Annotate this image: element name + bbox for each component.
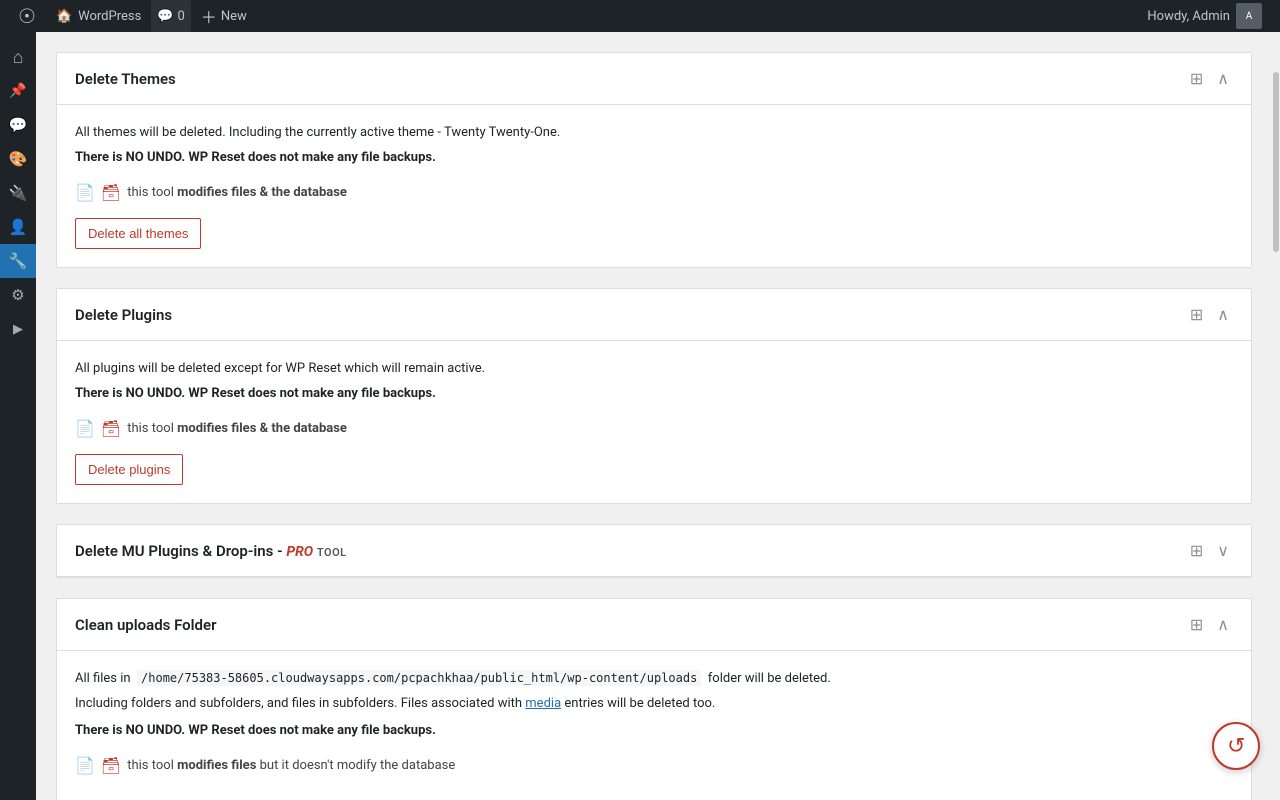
- delete-mu-plugins-title: Delete MU Plugins & Drop-ins - PRO TOOL: [75, 542, 347, 560]
- admin-bar: ☉ 🏠 WordPress 💬 0 ＋ New Howdy, Admin A: [0, 0, 1280, 32]
- plugins-icon: 🔌: [9, 184, 28, 202]
- delete-all-themes-button[interactable]: Delete all themes: [75, 218, 201, 250]
- grid-icon-4[interactable]: ⊞: [1186, 613, 1207, 636]
- grid-icon[interactable]: ⊞: [1186, 67, 1207, 90]
- clean-uploads-desc2: Including folders and subfolders, and fi…: [75, 694, 1233, 715]
- home-icon: 🏠: [56, 9, 72, 24]
- play-icon: ▶: [13, 322, 23, 337]
- user-icon: 👤: [9, 218, 28, 236]
- wrench-icon: 🔧: [9, 252, 28, 270]
- sidebar-item-appearance[interactable]: 🎨: [0, 142, 36, 176]
- admin-bar-left: ☉ 🏠 WordPress 💬 0 ＋ New: [8, 0, 1137, 32]
- file-icon: 📄: [75, 183, 95, 202]
- delete-themes-card: Delete Themes ⊞ ∧ All themes will be del…: [56, 52, 1252, 268]
- plus-icon: ＋: [201, 4, 217, 28]
- site-name-item[interactable]: 🏠 WordPress: [46, 0, 151, 32]
- howdy-label: Howdy, Admin: [1147, 9, 1230, 24]
- new-content-item[interactable]: ＋ New: [191, 0, 257, 32]
- howdy-item[interactable]: Howdy, Admin A: [1137, 3, 1272, 29]
- delete-themes-warning: There is NO UNDO. WP Reset does not make…: [75, 148, 1233, 169]
- sidebar-item-tools[interactable]: 🔧: [0, 244, 36, 278]
- database-icon: 🗃: [101, 183, 121, 202]
- new-label: New: [221, 9, 247, 24]
- modifies-text-2: this tool modifies files & the database: [127, 421, 347, 436]
- wp-logo-item[interactable]: ☉: [8, 0, 46, 32]
- site-name-label: WordPress: [78, 9, 141, 24]
- expand-icon-3[interactable]: ∨: [1213, 539, 1233, 562]
- sidebar-item-plugins[interactable]: 🔌: [0, 176, 36, 210]
- scroll-thumb: [1273, 72, 1279, 252]
- sidebar-item-dashboard[interactable]: ⌂: [0, 40, 36, 74]
- delete-plugins-button[interactable]: Delete plugins: [75, 454, 183, 486]
- main-content: Delete Themes ⊞ ∧ All themes will be del…: [36, 32, 1272, 800]
- grid-icon-2[interactable]: ⊞: [1186, 303, 1207, 326]
- delete-mu-plugins-title-text: Delete MU Plugins & Drop-ins: [75, 542, 273, 560]
- refresh-icon: ↻: [1227, 734, 1245, 759]
- delete-plugins-header: Delete Plugins ⊞ ∧: [57, 289, 1251, 341]
- delete-mu-plugins-card: Delete MU Plugins & Drop-ins - PRO TOOL …: [56, 524, 1252, 578]
- clean-uploads-warning: There is NO UNDO. WP Reset does not make…: [75, 721, 1233, 742]
- tool-label: TOOL: [317, 546, 347, 559]
- delete-plugins-modifies: 📄 🗃 this tool modifies files & the datab…: [75, 419, 1233, 438]
- collapse-icon[interactable]: ∧: [1213, 67, 1233, 90]
- delete-themes-header: Delete Themes ⊞ ∧: [57, 53, 1251, 105]
- delete-themes-actions: ⊞ ∧: [1186, 67, 1233, 90]
- delete-plugins-card: Delete Plugins ⊞ ∧ All plugins will be d…: [56, 288, 1252, 504]
- scrollbar[interactable]: [1272, 32, 1280, 800]
- avatar: A: [1236, 3, 1262, 29]
- delete-themes-desc1: All themes will be deleted. Including th…: [75, 123, 1233, 144]
- pro-badge: PRO: [286, 544, 313, 560]
- delete-plugins-title: Delete Plugins: [75, 306, 172, 324]
- sidebar-item-settings[interactable]: ⚙: [0, 278, 36, 312]
- file-icon-3: 📄: [75, 756, 95, 775]
- database-icon-2: 🗃: [101, 419, 121, 438]
- delete-themes-body: All themes will be deleted. Including th…: [57, 105, 1251, 267]
- settings-icon: ⚙: [11, 286, 24, 304]
- admin-bar-right: Howdy, Admin A: [1137, 3, 1272, 29]
- comments-item[interactable]: 💬 0: [151, 0, 191, 32]
- clean-uploads-desc1: All files in /home/75383-58605.cloudways…: [75, 669, 1233, 690]
- dashboard-icon: ⌂: [13, 47, 24, 68]
- pin-icon: 📌: [9, 83, 26, 99]
- grid-icon-3[interactable]: ⊞: [1186, 539, 1207, 562]
- comments-icon: 💬: [157, 9, 173, 24]
- delete-mu-plugins-dash: -: [273, 542, 286, 560]
- clean-uploads-actions: ⊞ ∧: [1186, 613, 1233, 636]
- delete-themes-title: Delete Themes: [75, 70, 176, 88]
- wp-logo-icon: ☉: [18, 4, 36, 28]
- clean-uploads-body: All files in /home/75383-58605.cloudways…: [57, 651, 1251, 800]
- clean-uploads-card: Clean uploads Folder ⊞ ∧ All files in /h…: [56, 598, 1252, 800]
- delete-plugins-desc1: All plugins will be deleted except for W…: [75, 359, 1233, 380]
- modifies-text: this tool modifies files & the database: [127, 185, 347, 200]
- collapse-icon-4[interactable]: ∧: [1213, 613, 1233, 636]
- collapse-icon-2[interactable]: ∧: [1213, 303, 1233, 326]
- delete-mu-plugins-header: Delete MU Plugins & Drop-ins - PRO TOOL …: [57, 525, 1251, 577]
- clean-uploads-header: Clean uploads Folder ⊞ ∧: [57, 599, 1251, 651]
- database-icon-3: 🗃: [101, 756, 121, 775]
- delete-plugins-actions: ⊞ ∧: [1186, 303, 1233, 326]
- comments-bubble-icon: 💬: [9, 116, 28, 134]
- media-link[interactable]: media: [525, 696, 561, 711]
- refresh-button[interactable]: ↻: [1212, 722, 1260, 770]
- delete-plugins-body: All plugins will be deleted except for W…: [57, 341, 1251, 503]
- sidebar-item-comments[interactable]: 💬: [0, 108, 36, 142]
- palette-icon: 🎨: [9, 150, 28, 168]
- sidebar-item-pin[interactable]: 📌: [0, 74, 36, 108]
- delete-plugins-warning: There is NO UNDO. WP Reset does not make…: [75, 384, 1233, 405]
- clean-uploads-title: Clean uploads Folder: [75, 616, 216, 634]
- delete-mu-plugins-actions: ⊞ ∨: [1186, 539, 1233, 562]
- modifies-text-3: this tool modifies files but it doesn't …: [127, 758, 455, 773]
- clean-uploads-modifies: 📄 🗃 this tool modifies files but it does…: [75, 756, 1233, 775]
- layout: ⌂ 📌 💬 🎨 🔌 👤 🔧 ⚙ ▶ Delete: [0, 32, 1280, 800]
- delete-themes-modifies: 📄 🗃 this tool modifies files & the datab…: [75, 183, 1233, 202]
- sidebar-item-users[interactable]: 👤: [0, 210, 36, 244]
- comments-count: 0: [177, 9, 184, 24]
- sidebar: ⌂ 📌 💬 🎨 🔌 👤 🔧 ⚙ ▶: [0, 32, 36, 800]
- sidebar-item-media[interactable]: ▶: [0, 312, 36, 346]
- file-icon-2: 📄: [75, 419, 95, 438]
- uploads-path: /home/75383-58605.cloudwaysapps.com/pcpa…: [137, 670, 701, 686]
